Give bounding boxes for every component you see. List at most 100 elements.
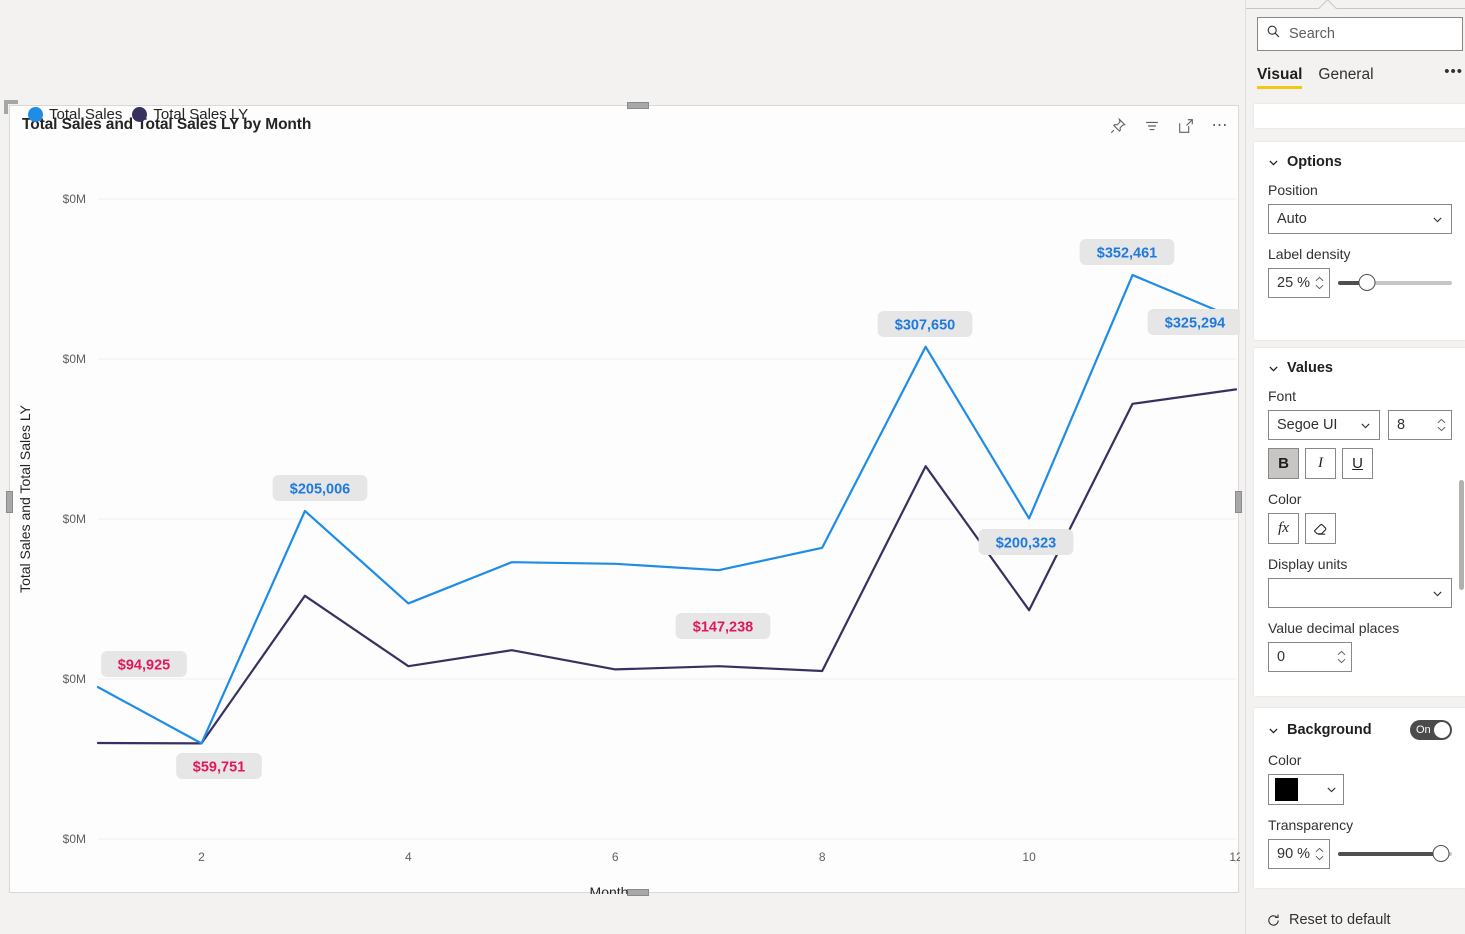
slider-thumb[interactable] (1432, 845, 1449, 862)
background-card-header[interactable]: Background On (1254, 708, 1465, 740)
conditional-formatting-fx-button[interactable]: fx (1268, 513, 1299, 544)
card-background: Background On Color Transparency 90 (1254, 708, 1465, 888)
data-label-text: $147,238 (693, 620, 753, 636)
stepper-arrows-icon[interactable] (1315, 276, 1324, 290)
x-axis-tick-label: 6 (612, 850, 619, 864)
pane-caret (1314, 0, 1348, 9)
stepper-arrows-icon[interactable] (1437, 418, 1446, 432)
font-row: Segoe UI 8 (1254, 410, 1465, 440)
values-color-row: fx (1254, 513, 1465, 544)
display-units-row (1254, 578, 1465, 608)
data-label-text: $205,006 (290, 482, 350, 498)
label-density-value: 25 (1277, 275, 1293, 291)
transparency-unit: % (1297, 846, 1310, 862)
legend-item-total-sales-ly[interactable]: Total Sales LY (132, 106, 248, 123)
search-input[interactable] (1287, 25, 1465, 43)
clear-color-eraser-button[interactable] (1305, 513, 1336, 544)
series-line-total-sales[interactable] (98, 275, 1236, 743)
background-color-row (1254, 774, 1465, 805)
filter-icon[interactable] (1142, 116, 1162, 136)
label-density-stepper[interactable]: 25 % (1268, 268, 1330, 298)
selection-corner-marker (4, 100, 18, 114)
font-family-select[interactable]: Segoe UI (1268, 410, 1380, 440)
italic-button[interactable]: I (1305, 448, 1336, 479)
data-label: $205,006 (273, 475, 368, 501)
data-label-text: $325,294 (1165, 316, 1225, 332)
data-label: $352,461 (1080, 239, 1175, 265)
label-density-unit: % (1297, 275, 1310, 291)
legend-label: Total Sales LY (153, 106, 248, 123)
reset-icon (1266, 913, 1281, 928)
underline-label: U (1352, 455, 1363, 472)
values-card-header[interactable]: Values (1254, 348, 1465, 376)
data-label-text: $94,925 (118, 658, 170, 674)
data-label: $94,925 (101, 651, 187, 677)
pane-scrollbar[interactable] (1459, 480, 1464, 590)
background-toggle[interactable]: On (1410, 720, 1452, 740)
label-density-row: 25 % (1254, 268, 1465, 298)
legend-item-total-sales[interactable]: Total Sales (28, 106, 122, 123)
position-value: Auto (1277, 211, 1307, 227)
chevron-down-icon (1268, 363, 1279, 374)
y-axis-tick-label: $0M (63, 192, 86, 206)
chart-plot-area[interactable]: $0M$0M$0M$0M$0M24681012MonthTotal Sales … (10, 181, 1240, 894)
search-box[interactable] (1257, 17, 1463, 51)
label-density-slider[interactable] (1338, 281, 1452, 285)
reset-label: Reset to default (1289, 912, 1391, 928)
reset-to-default-button[interactable]: Reset to default (1266, 912, 1391, 928)
position-select[interactable]: Auto (1268, 204, 1452, 234)
pane-tabs-more-icon[interactable]: ••• (1444, 66, 1463, 78)
transparency-slider[interactable] (1338, 852, 1452, 856)
data-label-text: $200,323 (996, 536, 1056, 552)
font-family-value: Segoe UI (1277, 417, 1337, 433)
app-root: Total Sales and Total Sales LY by Month (0, 0, 1465, 934)
tab-general[interactable]: General (1318, 66, 1373, 89)
options-card-title: Options (1287, 154, 1342, 170)
display-units-select[interactable] (1268, 578, 1452, 608)
y-axis-tick-label: $0M (63, 832, 86, 846)
x-axis-tick-label: 4 (405, 850, 412, 864)
pane-top-divider (1246, 8, 1465, 9)
more-options-icon[interactable]: ⋯ (1210, 116, 1230, 136)
tab-visual[interactable]: Visual (1257, 66, 1302, 89)
background-color-label: Color (1254, 752, 1465, 768)
focus-mode-icon[interactable] (1176, 116, 1196, 136)
values-card-title: Values (1287, 360, 1333, 376)
underline-button[interactable]: U (1342, 448, 1373, 479)
position-label: Position (1254, 182, 1465, 198)
stepper-arrows-icon[interactable] (1337, 650, 1346, 664)
data-label-text: $59,751 (193, 760, 245, 776)
bold-button[interactable]: B (1268, 448, 1299, 479)
stepper-arrows-icon[interactable] (1315, 847, 1324, 861)
resize-handle-top[interactable] (627, 102, 649, 109)
transparency-label: Transparency (1254, 817, 1465, 833)
card-options: Options Position Auto Label density 25 % (1254, 142, 1465, 340)
background-toggle-state: On (1410, 724, 1431, 736)
font-size-stepper[interactable]: 8 (1388, 410, 1452, 440)
toggle-knob (1434, 722, 1450, 738)
pin-icon[interactable] (1108, 116, 1128, 136)
slider-thumb[interactable] (1358, 274, 1375, 291)
card-values: Values Font Segoe UI 8 (1254, 348, 1465, 696)
slider-fill (1338, 852, 1441, 856)
visual-header-icons: ⋯ (1108, 116, 1230, 136)
transparency-row: 90 % (1254, 839, 1465, 869)
value-decimal-places-label: Value decimal places (1254, 620, 1465, 636)
eraser-icon (1312, 520, 1329, 537)
chevron-down-icon (1360, 420, 1371, 431)
pane-tabs: Visual General ••• (1257, 66, 1463, 102)
x-axis-tick-label: 2 (198, 850, 205, 864)
legend-color-swatch (132, 107, 147, 122)
line-chart-visual[interactable]: Total Sales and Total Sales LY by Month (9, 105, 1239, 893)
value-decimal-places-value: 0 (1277, 649, 1285, 665)
chevron-down-icon (1268, 157, 1279, 168)
options-card-header[interactable]: Options (1254, 142, 1465, 170)
transparency-stepper[interactable]: 90 % (1268, 839, 1330, 869)
legend-label: Total Sales (49, 106, 122, 123)
x-axis-tick-label: 12 (1229, 850, 1240, 864)
background-color-picker[interactable] (1268, 774, 1344, 805)
x-axis-tick-label: 10 (1022, 850, 1036, 864)
value-decimal-places-stepper[interactable]: 0 (1268, 642, 1352, 672)
chart-legend: Total Sales Total Sales LY (28, 106, 248, 123)
report-canvas: Total Sales and Total Sales LY by Month (0, 0, 1245, 934)
